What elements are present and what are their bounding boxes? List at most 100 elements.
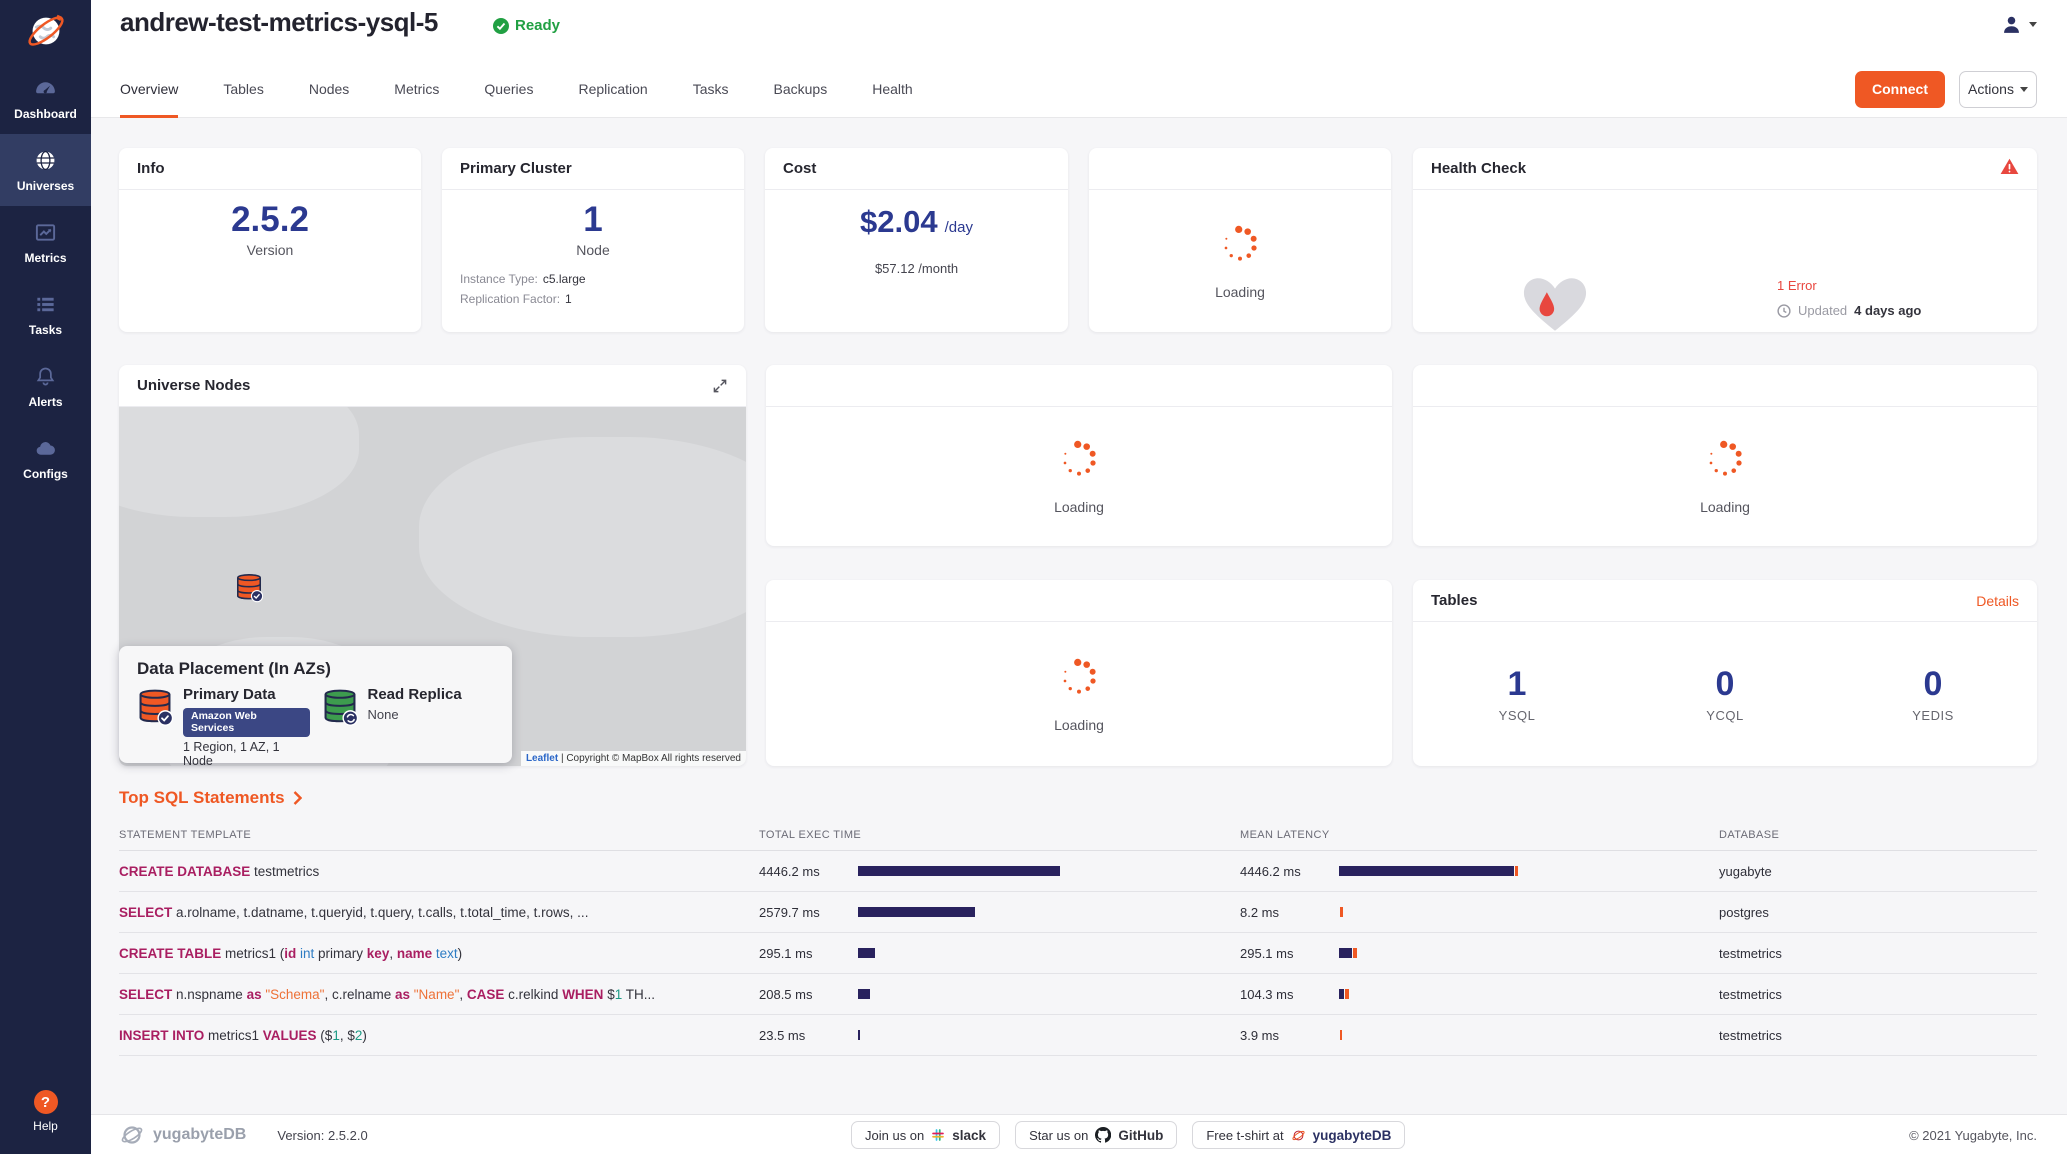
page-title: andrew-test-metrics-ysql-5	[120, 7, 438, 38]
primary-data-group: Primary Data Amazon Web Services 1 Regio…	[137, 687, 310, 768]
sql-statement-row[interactable]: SELECT n.nspname as "Schema", c.relname …	[119, 974, 2037, 1015]
sidebar-item-help[interactable]: ? Help	[0, 1076, 91, 1146]
yugabyte-logo[interactable]	[0, 0, 91, 62]
mean-latency-bar	[1339, 866, 1719, 876]
loading-label: Loading	[1700, 499, 1750, 515]
version-label: Version	[247, 242, 294, 258]
node-marker[interactable]	[235, 572, 263, 608]
tab-overview[interactable]: Overview	[120, 60, 178, 118]
primary-database-icon	[137, 687, 173, 768]
warning-icon	[2000, 158, 2019, 179]
sidebar-item-metrics[interactable]: Metrics	[0, 206, 91, 278]
cost-card: Cost $2.04 /day $57.12 /month	[765, 148, 1068, 332]
health-check-title: Health Check	[1431, 160, 1526, 177]
sidebar: DashboardUniversesMetricsTasksAlertsConf…	[0, 0, 91, 1154]
github-icon	[1095, 1127, 1111, 1143]
configs-icon	[34, 436, 57, 460]
replica-database-icon	[322, 687, 358, 768]
tab-tasks[interactable]: Tasks	[693, 60, 729, 118]
loading-card-2: Loading	[766, 365, 1392, 546]
cost-per-month: $57.12 /month	[875, 261, 958, 276]
health-error-link[interactable]: 1 Error	[1777, 278, 1921, 293]
node-count-label: Node	[576, 242, 609, 258]
loading-card-1: Loading	[1089, 148, 1391, 332]
tasks-icon	[34, 292, 57, 316]
tables-card: Tables Details 1YSQL0YCQL0YEDIS	[1413, 580, 2037, 766]
sql-statements-table: STATEMENT TEMPLATE TOTAL EXEC TIME MEAN …	[119, 820, 2037, 1056]
sidebar-item-dashboard[interactable]: Dashboard	[0, 62, 91, 134]
health-updated: Updated 4 days ago	[1777, 303, 1921, 318]
sql-statement-row[interactable]: INSERT INTO metrics1 VALUES ($1, $2)23.5…	[119, 1015, 2037, 1056]
loading-spinner	[1219, 223, 1261, 270]
chevron-down-icon	[2020, 87, 2028, 92]
github-button[interactable]: Star us on GitHub	[1015, 1121, 1177, 1149]
app-root: DashboardUniversesMetricsTasksAlertsConf…	[0, 0, 2067, 1154]
dashboard-icon	[34, 76, 57, 100]
clock-icon	[1777, 304, 1791, 318]
health-check-card: Health Check 1 Error Updated 4 days ago	[1413, 148, 2037, 332]
user-menu[interactable]	[2001, 14, 2037, 35]
connect-button[interactable]: Connect	[1855, 71, 1945, 108]
cost-per-day-unit: /day	[945, 219, 973, 236]
top-sql-statements-link[interactable]: Top SQL Statements	[119, 788, 302, 808]
chevron-right-icon	[293, 791, 302, 805]
cost-per-day-value: $2.04	[860, 204, 938, 240]
actions-button[interactable]: Actions	[1959, 71, 2037, 108]
slack-icon	[931, 1128, 945, 1142]
footer-version: Version: 2.5.2.0	[277, 1128, 367, 1143]
alerts-icon	[34, 364, 57, 388]
tshirt-button[interactable]: Free t-shirt at yugabyteDB	[1192, 1121, 1405, 1149]
sidebar-nav: DashboardUniversesMetricsTasksAlertsConf…	[0, 62, 91, 494]
tab-list: Overview Tables Nodes Metrics Queries Replica…	[120, 60, 958, 118]
info-card: Info 2.5.2 Version	[119, 148, 421, 332]
sidebar-item-alerts[interactable]: Alerts	[0, 350, 91, 422]
yugabytedb-footer-logo	[120, 1123, 144, 1147]
planet-rocket-icon	[23, 8, 69, 54]
sidebar-item-configs[interactable]: Configs	[0, 422, 91, 494]
sidebar-item-universes[interactable]: Universes	[0, 134, 91, 206]
version-value: 2.5.2	[231, 200, 309, 240]
loading-label: Loading	[1054, 717, 1104, 733]
read-replica-group: Read Replica None	[322, 687, 495, 768]
data-placement-panel: Data Placement (In AZs) Primary Data Ama…	[119, 646, 512, 763]
footer-copyright: © 2021 Yugabyte, Inc.	[1909, 1115, 2037, 1154]
tab-backups[interactable]: Backups	[774, 60, 828, 118]
loading-spinner	[1058, 438, 1100, 485]
footer-brand: yugabyteDB	[153, 1126, 246, 1144]
loading-spinner	[1058, 656, 1100, 703]
tab-tables[interactable]: Tables	[223, 60, 263, 118]
data-placement-title: Data Placement (In AZs)	[137, 659, 494, 679]
universe-icon	[34, 148, 57, 172]
primary-cluster-title: Primary Cluster	[442, 148, 744, 190]
sql-statement-row[interactable]: CREATE TABLE metrics1 (id int primary ke…	[119, 933, 2037, 974]
table-count-yedis: 0YEDIS	[1829, 665, 2037, 723]
primary-cluster-card: Primary Cluster 1 Node Instance Type:c5.…	[442, 148, 744, 332]
health-heart-icon	[1518, 274, 1592, 339]
tab-nodes[interactable]: Nodes	[309, 60, 349, 118]
sql-statement-row[interactable]: CREATE DATABASE testmetrics4446.2 ms4446…	[119, 851, 2037, 892]
cost-card-title: Cost	[765, 148, 1068, 190]
tables-details-link[interactable]: Details	[1976, 593, 2019, 609]
loading-label: Loading	[1215, 284, 1265, 300]
loading-card-3: Loading	[1413, 365, 2037, 546]
tables-counts: 1YSQL0YCQL0YEDIS	[1413, 622, 2037, 766]
tab-health[interactable]: Health	[872, 60, 912, 118]
total-exec-bar	[858, 907, 1240, 917]
total-exec-bar	[858, 866, 1240, 876]
mean-latency-bar	[1339, 907, 1719, 917]
tab-queries[interactable]: Queries	[484, 60, 533, 118]
chevron-down-icon	[2029, 22, 2037, 27]
mean-latency-bar	[1339, 948, 1719, 958]
tab-replication[interactable]: Replication	[578, 60, 647, 118]
sql-statement-row[interactable]: SELECT a.rolname, t.datname, t.queryid, …	[119, 892, 2037, 933]
user-icon	[2001, 14, 2022, 35]
leaflet-link[interactable]: Leaflet	[526, 753, 558, 764]
tab-metrics[interactable]: Metrics	[394, 60, 439, 118]
slack-button[interactable]: Join us on slack	[851, 1121, 1000, 1149]
universe-nodes-title: Universe Nodes	[137, 377, 250, 394]
table-count-ysql: 1YSQL	[1413, 665, 1621, 723]
expand-icon[interactable]	[712, 378, 728, 394]
sidebar-item-tasks[interactable]: Tasks	[0, 278, 91, 350]
mean-latency-bar	[1339, 1030, 1719, 1040]
total-exec-bar	[858, 989, 1240, 999]
